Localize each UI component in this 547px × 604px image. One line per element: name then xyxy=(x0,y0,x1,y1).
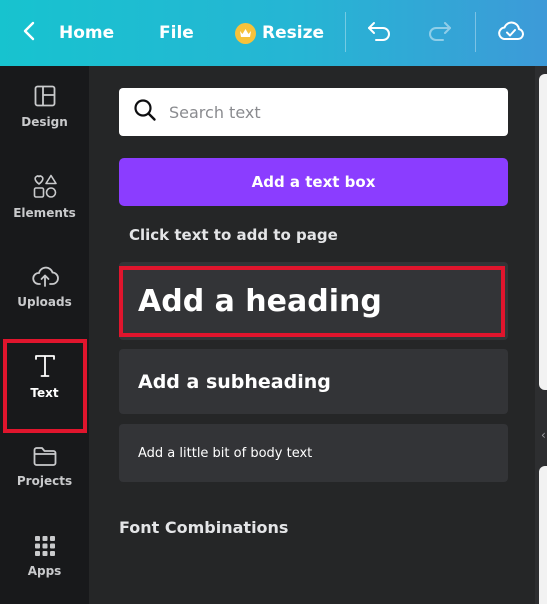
text-panel: Add a text box Click text to add to page… xyxy=(89,66,535,604)
cloud-check-icon xyxy=(496,19,526,48)
font-combinations-heading: Font Combinations xyxy=(119,518,289,537)
home-label: Home xyxy=(59,23,115,43)
chevron-left-icon: ‹ xyxy=(541,428,546,442)
sidebar-item-text[interactable]: Text xyxy=(0,339,89,433)
save-status-button[interactable] xyxy=(496,0,526,66)
divider xyxy=(475,12,476,52)
cloud-upload-icon xyxy=(31,264,59,295)
add-text-hint: Click text to add to page xyxy=(129,226,338,244)
sidebar-item-label: Projects xyxy=(16,473,73,488)
add-text-box-button[interactable]: Add a text box xyxy=(119,158,508,206)
resize-button[interactable]: Resize xyxy=(235,0,324,66)
highlight-box xyxy=(3,339,87,433)
layout-icon xyxy=(33,84,57,115)
undo-button[interactable] xyxy=(366,0,394,66)
divider xyxy=(345,12,346,52)
sidebar-item-elements[interactable]: Elements xyxy=(0,161,89,231)
canvas-page-edge xyxy=(539,74,547,390)
shapes-icon xyxy=(32,173,58,206)
sidebar-item-label: Uploads xyxy=(17,294,72,309)
crown-icon xyxy=(235,22,256,44)
sidebar-item-label: Elements xyxy=(13,205,76,220)
collapse-panel-handle[interactable]: ‹ xyxy=(541,428,546,442)
resize-label: Resize xyxy=(262,23,324,43)
add-heading-button[interactable]: Add a heading xyxy=(119,262,508,340)
sidebar-item-design[interactable]: Design xyxy=(0,71,89,141)
redo-icon xyxy=(425,20,453,47)
redo-button[interactable] xyxy=(425,0,453,66)
highlight-box xyxy=(119,266,505,337)
add-subheading-button[interactable]: Add a subheading xyxy=(119,349,508,414)
subheading-label: Add a subheading xyxy=(138,370,331,393)
folder-icon xyxy=(32,445,58,474)
search-icon xyxy=(119,98,157,126)
back-button[interactable] xyxy=(22,0,36,66)
body-text-label: Add a little bit of body text xyxy=(138,445,313,461)
top-bar: Home File Resize xyxy=(0,0,547,66)
sidebar-item-label: Apps xyxy=(27,563,62,578)
search-input[interactable] xyxy=(169,102,489,122)
chevron-left-icon xyxy=(22,21,36,46)
canvas-page-edge xyxy=(539,466,547,604)
add-body-text-button[interactable]: Add a little bit of body text xyxy=(119,424,508,482)
sidebar-item-projects[interactable]: Projects xyxy=(0,431,89,501)
search-box[interactable] xyxy=(119,88,508,136)
file-menu-button[interactable]: File xyxy=(159,0,194,66)
sidebar-item-uploads[interactable]: Uploads xyxy=(0,251,89,321)
sidebar-item-apps[interactable]: Apps xyxy=(0,521,89,591)
sidebar-item-label: Design xyxy=(21,114,68,129)
home-button[interactable]: Home xyxy=(59,0,114,66)
undo-icon xyxy=(366,20,394,47)
side-rail: Design Elements Uploads Text Projects Ap… xyxy=(0,66,89,604)
file-label: File xyxy=(159,23,194,43)
grid-icon xyxy=(34,535,56,564)
